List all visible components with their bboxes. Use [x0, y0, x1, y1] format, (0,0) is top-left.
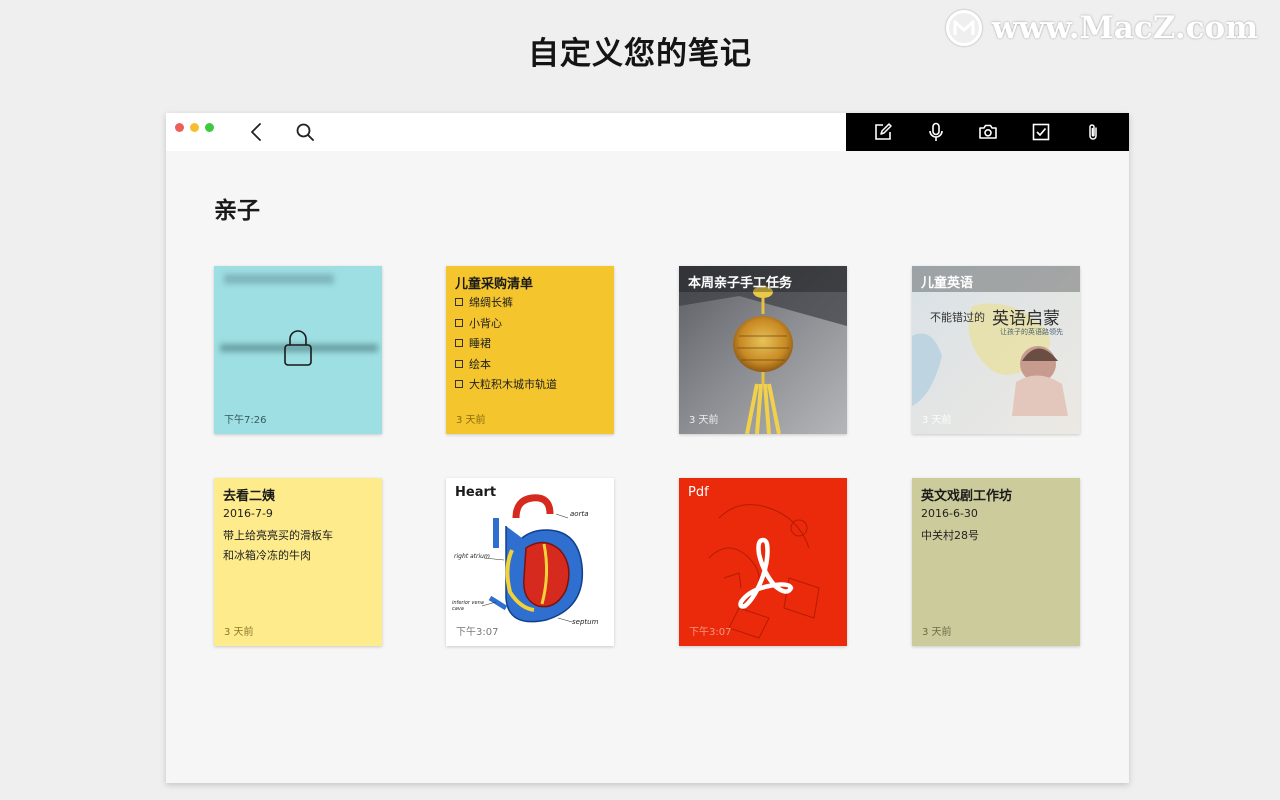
checklist-item[interactable]: 大粒积木城市轨道 [455, 374, 557, 395]
book-cover-title: 英语启蒙 [992, 309, 1060, 329]
checklist: 绵绸长裤 小背心 睡裙 绘本 大粒积木城市轨道 [455, 292, 557, 395]
book-cover-text: 不能错过的 [930, 311, 985, 324]
lock-icon [280, 328, 316, 372]
checklist-item-label: 绘本 [469, 357, 491, 371]
paperclip-icon[interactable] [1083, 122, 1103, 142]
minimize-window-button[interactable] [190, 123, 199, 132]
note-timestamp: 3 天前 [456, 415, 486, 426]
folder-title: 亲子 [214, 198, 260, 224]
note-timestamp: 3 天前 [922, 415, 952, 426]
note-card-shopping-list[interactable]: 儿童采购清单 绵绸长裤 小背心 睡裙 绘本 大粒积木城市轨道 3 天前 [446, 266, 614, 434]
back-icon[interactable] [246, 121, 268, 143]
checkbox[interactable] [455, 318, 463, 327]
note-title: 去看二姨 [223, 489, 276, 504]
search-icon[interactable] [294, 121, 316, 143]
note-toolbar [846, 113, 1129, 151]
diagram-label: right atrium [454, 553, 490, 560]
note-title: 儿童英语 [921, 276, 974, 291]
checklist-icon[interactable] [1031, 122, 1051, 142]
note-timestamp: 下午3:07 [689, 627, 732, 638]
book-cover-subtitle: 让孩子的英语路领先 [1000, 328, 1063, 336]
close-window-button[interactable] [175, 123, 184, 132]
diagram-label: inferior vena cava [452, 600, 484, 612]
note-title: 英文戏剧工作坊 [921, 489, 1013, 504]
note-card-english-photo[interactable]: 儿童英语 不能错过的 英语启蒙 让孩子的英语路领先 3 天前 [912, 266, 1080, 434]
microphone-icon[interactable] [926, 122, 946, 142]
checklist-item-label: 睡裙 [469, 337, 491, 351]
checkbox[interactable] [455, 359, 463, 368]
compose-icon[interactable] [873, 122, 893, 142]
note-timestamp: 下午3:07 [456, 627, 499, 638]
note-line: 中关村28号 [921, 529, 979, 542]
title-bar [166, 113, 1129, 151]
note-date: 2016-6-30 [921, 507, 978, 520]
note-line: 带上给亮亮买的滑板车 [223, 529, 333, 542]
note-card-heart-drawing[interactable]: Heart aorta right atrium inferior vena c… [446, 478, 614, 646]
note-title: 儿童采购清单 [455, 277, 534, 292]
checkbox[interactable] [455, 339, 463, 348]
zoom-window-button[interactable] [205, 123, 214, 132]
macz-logo-icon [945, 10, 982, 46]
note-timestamp: 下午7:26 [224, 415, 267, 426]
note-timestamp: 3 天前 [689, 415, 719, 426]
checklist-item-label: 绵绸长裤 [469, 296, 513, 310]
checkbox[interactable] [455, 380, 463, 389]
note-card-locked[interactable]: 下午7:26 [214, 266, 382, 434]
diagram-label: septum [572, 618, 599, 626]
note-card-pdf[interactable]: Pdf 下午3:07 [679, 478, 847, 646]
note-card-craft-photo[interactable]: 本周亲子手工任务 3 天前 [679, 266, 847, 434]
pdf-preview [679, 478, 847, 646]
checklist-item[interactable]: 小背心 [455, 313, 557, 334]
checklist-item-label: 小背心 [469, 316, 502, 330]
note-title: 本周亲子手工任务 [688, 276, 793, 291]
watermark: www.MacZ.com [945, 10, 1258, 46]
screen: 自定义您的笔记 www.MacZ.com 亲子 下午7:26 儿童采购清单 绵绸… [0, 0, 1280, 800]
note-card-visit[interactable]: 去看二姨 2016-7-9 带上给亮亮买的滑板车 和冰箱冷冻的牛肉 3 天前 [214, 478, 382, 646]
note-date: 2016-7-9 [223, 507, 273, 520]
diagram-label: aorta [570, 510, 589, 518]
note-line: 和冰箱冷冻的牛肉 [223, 549, 311, 562]
note-title: Pdf [688, 485, 709, 500]
window-controls [175, 123, 214, 132]
app-window: 亲子 下午7:26 儿童采购清单 绵绸长裤 小背心 睡裙 绘本 大粒积木城市轨道… [166, 113, 1129, 783]
checklist-item[interactable]: 睡裙 [455, 333, 557, 354]
camera-icon[interactable] [978, 122, 998, 142]
checklist-item[interactable]: 绵绸长裤 [455, 292, 557, 313]
watermark-text: www.MacZ.com [991, 10, 1258, 46]
checkbox[interactable] [455, 298, 463, 307]
note-card-drama-workshop[interactable]: 英文戏剧工作坊 2016-6-30 中关村28号 3 天前 [912, 478, 1080, 646]
checklist-item[interactable]: 绘本 [455, 354, 557, 375]
note-timestamp: 3 天前 [224, 627, 254, 638]
checklist-item-label: 大粒积木城市轨道 [469, 378, 557, 392]
note-timestamp: 3 天前 [922, 627, 952, 638]
